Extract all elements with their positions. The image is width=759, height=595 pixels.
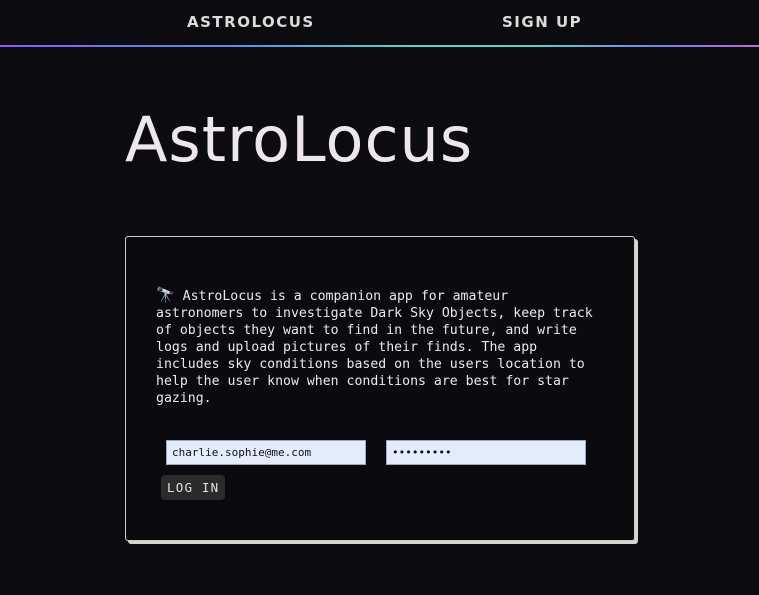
top-nav: ASTROLOCUS SIGN UP (0, 0, 759, 45)
about-description: AstroLocus is a companion app for amateu… (156, 289, 593, 406)
telescope-icon: 🔭 (156, 286, 175, 304)
login-card: 🔭 AstroLocus is a companion app for amat… (125, 236, 635, 541)
email-field[interactable] (166, 440, 366, 465)
nav-home-link[interactable]: ASTROLOCUS (187, 12, 315, 32)
page-title: AstroLocus (125, 103, 474, 176)
about-text: 🔭 AstroLocus is a companion app for amat… (156, 287, 606, 407)
login-button[interactable]: LOG IN (161, 475, 226, 500)
password-field[interactable] (386, 440, 586, 465)
nav-signup-link[interactable]: SIGN UP (502, 12, 582, 32)
nav-gradient-divider (0, 45, 759, 47)
